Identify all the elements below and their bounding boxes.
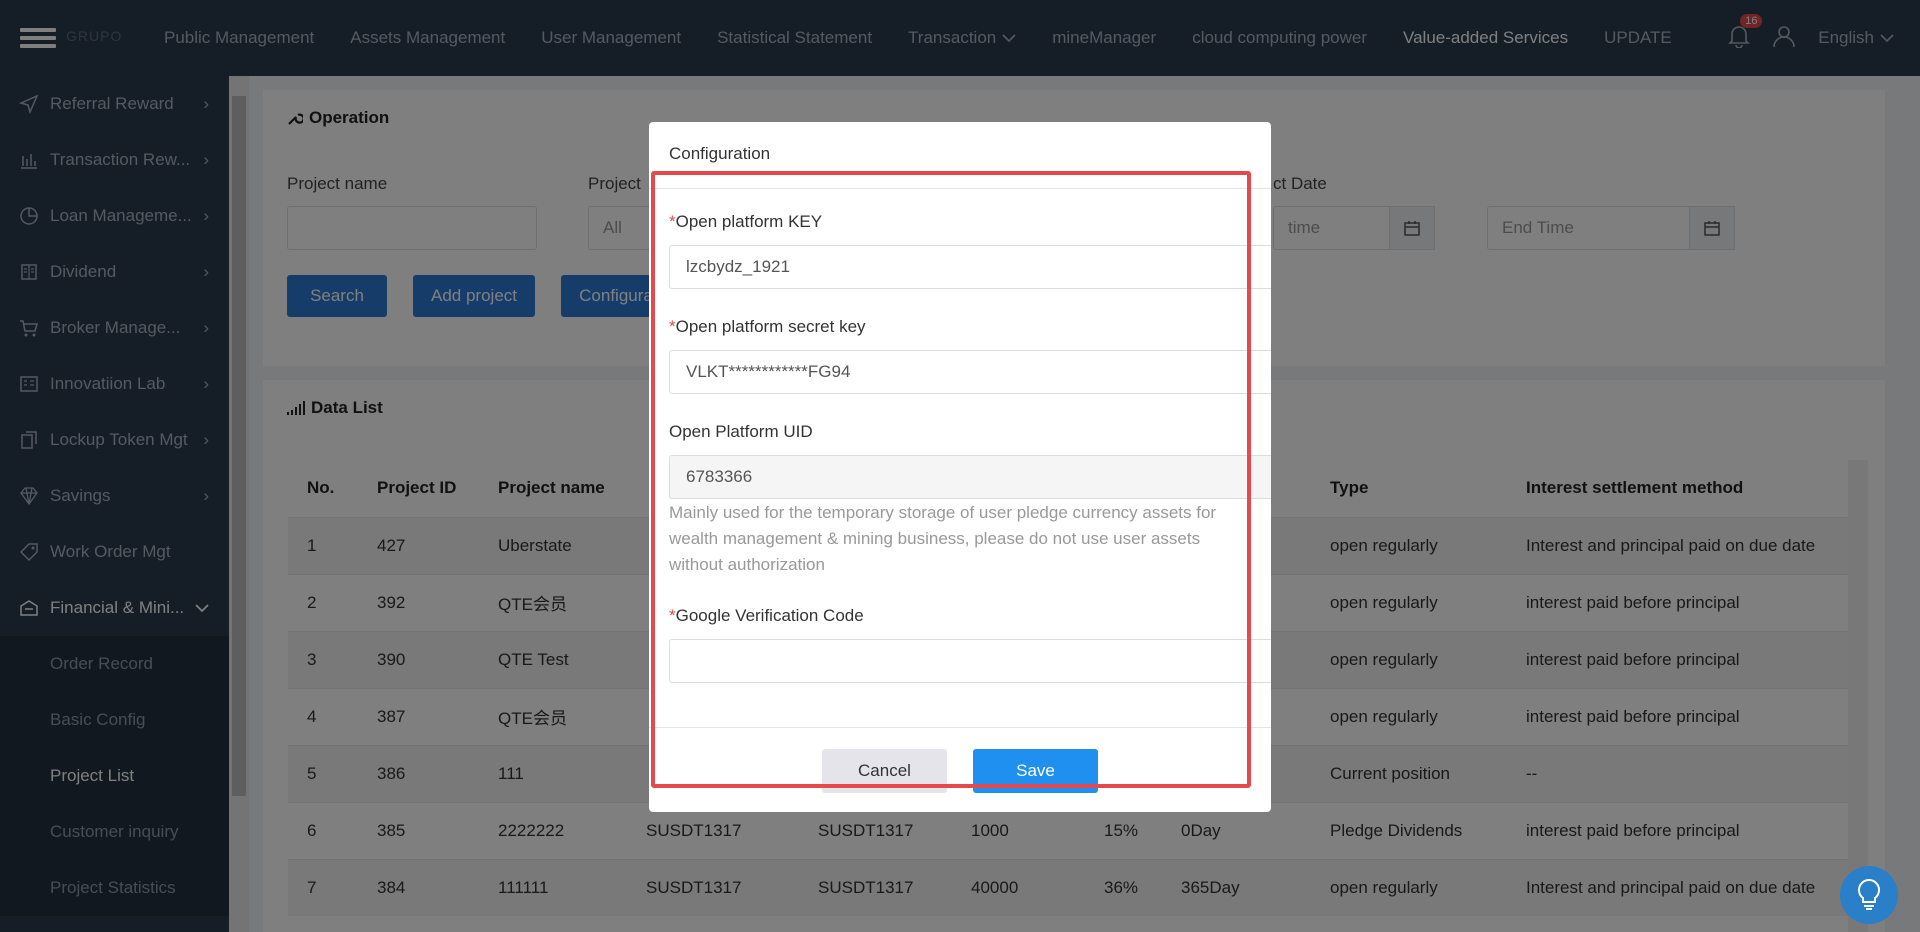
lightbulb-help-button[interactable] xyxy=(1840,866,1898,924)
uid-label: Open Platform UID xyxy=(669,422,813,441)
platform-key-input[interactable]: lzcbydz_1921 xyxy=(669,245,1271,289)
uid-help-text: Mainly used for the temporary storage of… xyxy=(669,503,1217,574)
configuration-modal: Configuration *Open platform KEY lzcbydz… xyxy=(649,122,1271,812)
save-button[interactable]: Save xyxy=(973,749,1098,793)
lightbulb-icon xyxy=(1858,879,1880,910)
key-label: *Open platform KEY xyxy=(669,212,823,231)
modal-title: Configuration xyxy=(669,144,771,163)
secret-key-label: *Open platform secret key xyxy=(669,317,866,336)
google-code-label: *Google Verification Code xyxy=(669,606,864,625)
google-code-input[interactable] xyxy=(669,639,1271,683)
divider xyxy=(649,188,1271,189)
cancel-button[interactable]: Cancel xyxy=(822,749,947,793)
uid-input: 6783366 xyxy=(669,455,1271,499)
divider xyxy=(649,727,1271,728)
secret-key-input[interactable]: VLKT************FG94 xyxy=(669,350,1271,394)
